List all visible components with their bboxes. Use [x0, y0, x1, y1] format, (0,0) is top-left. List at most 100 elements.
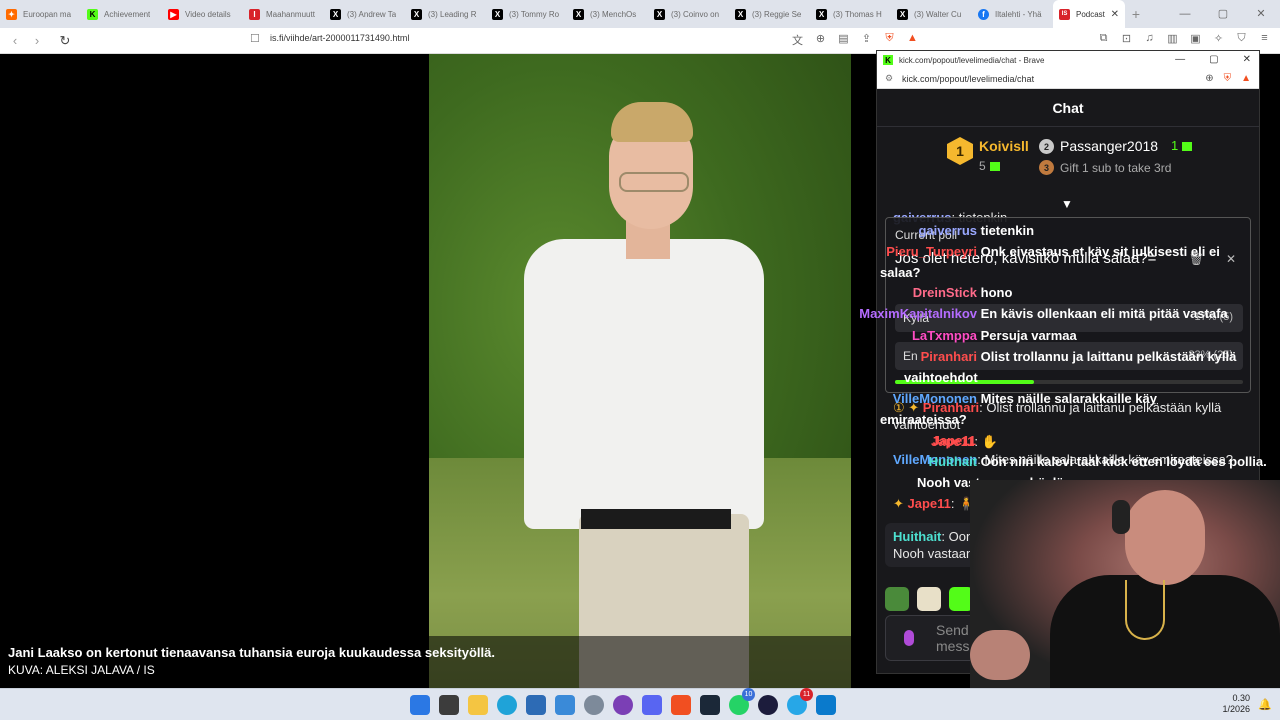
new-tab-button[interactable]: + — [1125, 6, 1147, 22]
emote-pepe-icon[interactable] — [885, 587, 909, 611]
tab-1[interactable]: ✦ Euroopan ma — [0, 0, 81, 28]
overlay-username: VilleMononen — [892, 391, 977, 406]
x-favicon-icon: X — [411, 8, 422, 20]
github-icon[interactable] — [613, 695, 633, 715]
tab-13[interactable]: f Iltalehti - Yhä — [972, 0, 1053, 28]
start-icon[interactable] — [410, 695, 430, 715]
close-icon[interactable]: ✕ — [1242, 0, 1280, 28]
tab-8[interactable]: X (3) MenchOs — [567, 0, 648, 28]
bookmark-icon[interactable]: ☐ — [250, 32, 260, 45]
facebook-favicon-icon: f — [978, 8, 989, 20]
article-photo — [429, 54, 851, 688]
whatsapp-icon[interactable]: 10 — [729, 688, 755, 715]
overlay-username: gaiverrus — [918, 223, 977, 238]
translate-icon[interactable]: 文 — [790, 32, 805, 48]
brave-shield-icon[interactable]: ⛨ — [882, 32, 897, 48]
top-gifter-name[interactable]: Koivisll — [979, 138, 1029, 154]
kick-logo-icon: K — [883, 55, 893, 65]
screenshot-icon[interactable]: ⊡ — [1119, 32, 1134, 48]
second-gifter-count: 1 — [1171, 138, 1193, 153]
youtube-favicon-icon: ▶ — [168, 8, 179, 20]
third-gifter-prompt[interactable]: Gift 1 sub to take 3rd — [1060, 161, 1171, 175]
edge-icon[interactable] — [497, 695, 517, 715]
store-icon[interactable] — [526, 695, 546, 715]
minimize-icon[interactable]: — — [1166, 0, 1204, 28]
back-icon[interactable]: ‹ — [4, 33, 26, 48]
host-head — [1125, 490, 1205, 585]
sidebar-icon[interactable]: ▥ — [1165, 32, 1180, 48]
tab-12[interactable]: X (3) Walter Cu — [891, 0, 972, 28]
toolbar-actions: 文 ⊕ ▤ ⇪ ⛨ ▲ ⧉ ⊡ ♫ ▥ ▣ ✧ ⛉ ≡ — [790, 32, 1272, 48]
tab-10[interactable]: X (3) Reggie Se — [729, 0, 810, 28]
second-gifter-name[interactable]: Passanger2018 — [1060, 138, 1158, 154]
discord-icon[interactable] — [642, 695, 662, 715]
tab-9[interactable]: X (3) Coinvo on — [648, 0, 729, 28]
overlay-text: hono — [980, 285, 1013, 300]
settings-icon[interactable] — [584, 695, 604, 715]
tab-label: (3) Walter Cu — [914, 9, 962, 19]
steam-icon[interactable] — [700, 695, 720, 715]
forward-icon[interactable]: › — [26, 33, 48, 48]
host-chain — [1125, 580, 1165, 640]
extensions-icon[interactable]: ⧉ — [1096, 32, 1111, 48]
notification-icon[interactable]: 🔔 — [1258, 698, 1272, 711]
wallet-icon[interactable]: ▣ — [1188, 32, 1203, 48]
tab-active-podcast[interactable]: IS Podcast ✕ — [1053, 0, 1125, 28]
chat-overlay-row: Pieru_Turpeyri Onk eivastaus et käy sit … — [880, 241, 1260, 283]
vscode-icon[interactable] — [816, 695, 836, 715]
tab-5[interactable]: X (3) Andrew Ta — [324, 0, 405, 28]
photo-shirt — [524, 239, 764, 529]
task-view-icon[interactable] — [439, 695, 459, 715]
reload-icon[interactable]: ↻ — [54, 33, 76, 49]
emote-face-icon[interactable] — [917, 587, 941, 611]
telegram-badge: 11 — [800, 688, 813, 701]
rank-1-badge: 1 — [947, 137, 973, 165]
reader-icon[interactable]: ▤ — [836, 32, 851, 48]
close-icon[interactable]: ✕ — [1243, 54, 1251, 65]
telegram-icon[interactable]: 11 — [787, 688, 813, 715]
file-explorer-icon[interactable] — [468, 695, 488, 715]
chat-overlay-row: VilleMononen Mites näille salarakkaille … — [880, 388, 1200, 430]
brave-icon[interactable] — [671, 695, 691, 715]
brave-shield-icon[interactable]: ⛨ — [1224, 73, 1232, 84]
whatsapp-badge: 10 — [742, 688, 755, 701]
tab-2[interactable]: K Achievement — [81, 0, 162, 28]
menu-icon[interactable]: ≡ — [1257, 32, 1272, 48]
tab-label: (3) Coinvo on — [671, 9, 720, 19]
media-icon[interactable]: ♫ — [1142, 32, 1157, 48]
x-favicon-icon: X — [492, 8, 503, 20]
tab-6[interactable]: X (3) Leading R — [405, 0, 486, 28]
brave-rewards-icon[interactable]: ▲ — [905, 32, 920, 48]
zoom-icon[interactable]: ⊕ — [1205, 73, 1213, 84]
tab-label: (3) Reggie Se — [752, 9, 802, 19]
tab-11[interactable]: X (3) Thomas H — [810, 0, 891, 28]
kick-favicon-icon: K — [87, 8, 98, 20]
share-icon[interactable]: ⇪ — [859, 32, 874, 48]
tab-3[interactable]: ▶ Video details — [162, 0, 243, 28]
tab-close-icon[interactable]: ✕ — [1111, 9, 1119, 20]
emote-icon: ✋ — [978, 434, 998, 449]
system-clock[interactable]: 0.30 1/2026 — [1222, 693, 1250, 715]
tab-7[interactable]: X (3) Tommy Ro — [486, 0, 567, 28]
tab-4[interactable]: I Maahanmuutt — [243, 0, 324, 28]
popout-url-actions: ⊕ ⛨ ▲ — [1205, 73, 1251, 84]
maximize-icon[interactable]: ▢ — [1204, 0, 1242, 28]
minimize-icon[interactable]: — — [1175, 54, 1185, 65]
leo-icon[interactable]: ✧ — [1211, 32, 1226, 48]
popout-address-bar[interactable]: ⚙ kick.com/popout/levelimedia/chat ⊕ ⛨ ▲ — [877, 69, 1259, 89]
microphone-icon[interactable] — [904, 630, 914, 646]
x-favicon-icon: X — [897, 8, 908, 20]
windows-taskbar: 10 11 0.30 1/2026 🔔 — [0, 688, 1280, 720]
browser-tab-bar: ✦ Euroopan ma K Achievement ▶ Video details… — [0, 0, 1280, 28]
chat-username[interactable]: Jape11 — [908, 496, 951, 511]
maximize-icon[interactable]: ▢ — [1209, 54, 1218, 65]
vpn-icon[interactable]: ⛉ — [1234, 32, 1249, 48]
chat-username[interactable]: Huithait — [893, 529, 941, 544]
obs-icon[interactable] — [758, 695, 778, 715]
snipping-icon[interactable] — [555, 695, 575, 715]
address-bar[interactable]: is.fi/viihde/art-2000011731490.html — [270, 33, 409, 43]
x-favicon-icon: X — [654, 8, 665, 20]
site-info-icon[interactable]: ⚙ — [885, 73, 893, 84]
brave-rewards-icon[interactable]: ▲ — [1241, 73, 1251, 84]
zoom-icon[interactable]: ⊕ — [813, 32, 828, 48]
